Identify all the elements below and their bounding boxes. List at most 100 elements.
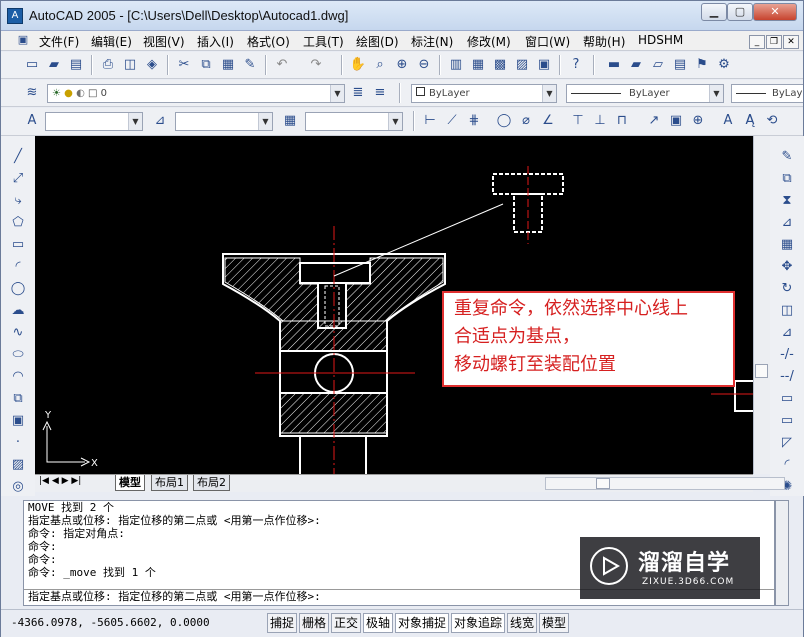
dim-style-combo[interactable]: ▼ bbox=[175, 112, 273, 131]
autocad-app-icon[interactable]: A bbox=[7, 8, 23, 24]
leader-icon[interactable]: ↗ bbox=[645, 112, 663, 130]
zoom-previous-icon[interactable]: ⊖ bbox=[415, 56, 433, 74]
fillet-icon[interactable]: ◜ bbox=[778, 456, 796, 474]
baseline-dim-icon[interactable]: ⊥ bbox=[591, 112, 609, 130]
tab-nav-arrows[interactable]: |◀ ◀ ▶ ▶| bbox=[39, 476, 81, 486]
snap-toggle[interactable]: 捕捉 bbox=[267, 613, 298, 633]
sheet-set-icon[interactable]: ▨ bbox=[513, 56, 531, 74]
maximize-button[interactable]: ▢ bbox=[727, 3, 753, 21]
extend-icon[interactable]: --/ bbox=[778, 368, 796, 386]
break-icon[interactable]: ▭ bbox=[778, 412, 796, 430]
redo-icon[interactable]: ↷ bbox=[307, 56, 325, 74]
minimize-button[interactable]: ▁ bbox=[701, 3, 727, 21]
command-scrollbar[interactable] bbox=[775, 500, 789, 606]
continue-dim-icon[interactable]: ⊓ bbox=[613, 112, 631, 130]
pan-realtime-icon[interactable]: ✋ bbox=[349, 56, 367, 74]
ordinate-dim-icon[interactable]: ⋕ bbox=[465, 112, 483, 130]
dim-edit-icon[interactable]: A bbox=[719, 112, 737, 130]
text-style-combo[interactable]: ▼ bbox=[45, 112, 143, 131]
tool-palettes-icon[interactable]: ▩ bbox=[491, 56, 509, 74]
diameter-dim-icon[interactable]: ⌀ bbox=[517, 112, 535, 130]
open-icon[interactable]: ▰ bbox=[45, 56, 63, 74]
menu-window[interactable]: 窗口(W) bbox=[525, 33, 570, 50]
make-block-icon[interactable]: ▣ bbox=[9, 412, 27, 430]
chamfer-icon[interactable]: ◸ bbox=[778, 434, 796, 452]
canvas-horizontal-scrollbar[interactable] bbox=[545, 477, 785, 490]
rectangle-icon[interactable]: ▭ bbox=[9, 236, 27, 254]
center-mark-icon[interactable]: ⊕ bbox=[689, 112, 707, 130]
menu-edit[interactable]: 编辑(E) bbox=[91, 33, 132, 50]
table-style-icon[interactable]: ▦ bbox=[281, 112, 299, 130]
polygon-icon[interactable]: ⬠ bbox=[9, 214, 27, 232]
zoom-window-icon[interactable]: ⊕ bbox=[393, 56, 411, 74]
toolbar-custom-icon-4[interactable]: ▤ bbox=[671, 56, 689, 74]
dim-style-icon[interactable]: ⊿ bbox=[151, 112, 169, 130]
paste-icon[interactable]: ▦ bbox=[219, 56, 237, 74]
save-icon[interactable]: ▤ bbox=[67, 56, 85, 74]
canvas-vertical-scrollbar[interactable] bbox=[753, 136, 770, 474]
tab-layout2[interactable]: 布局2 bbox=[193, 475, 230, 491]
help-icon[interactable]: ? bbox=[567, 56, 585, 74]
dim-update-icon[interactable]: ⟲ bbox=[763, 112, 781, 130]
toolbar-custom-icon-3[interactable]: ▱ bbox=[649, 56, 667, 74]
doc-close-button[interactable]: ✕ bbox=[783, 35, 799, 49]
grid-toggle[interactable]: 栅格 bbox=[299, 613, 330, 633]
hscroll-thumb[interactable] bbox=[596, 478, 610, 489]
mirror-icon[interactable]: ⧗ bbox=[778, 192, 796, 210]
copy-icon[interactable]: ⧉ bbox=[197, 56, 215, 74]
dim-text-edit-icon[interactable]: Ą bbox=[741, 112, 759, 130]
trim-icon[interactable]: -/- bbox=[778, 346, 796, 364]
menu-draw[interactable]: 绘图(D) bbox=[356, 33, 399, 50]
offset-icon[interactable]: ⊿ bbox=[778, 214, 796, 232]
polar-toggle[interactable]: 极轴 bbox=[363, 613, 394, 633]
cut-icon[interactable]: ✂ bbox=[175, 56, 193, 74]
break-at-point-icon[interactable]: ▭ bbox=[778, 390, 796, 408]
toolbar-custom-icon-2[interactable]: ▰ bbox=[627, 56, 645, 74]
doc-restore-button[interactable]: ❐ bbox=[766, 35, 782, 49]
revision-cloud-icon[interactable]: ☁ bbox=[9, 302, 27, 320]
lineweight-toggle[interactable]: 线宽 bbox=[507, 613, 538, 633]
undo-icon[interactable]: ↶ bbox=[273, 56, 291, 74]
print-icon[interactable]: ⎙ bbox=[99, 56, 117, 74]
new-icon[interactable]: ▭ bbox=[23, 56, 41, 74]
osnap-toggle[interactable]: 对象捕捉 bbox=[395, 613, 450, 633]
menu-format[interactable]: 格式(O) bbox=[247, 33, 290, 50]
color-combo[interactable]: ByLayer ▼ bbox=[411, 84, 557, 103]
arc-icon[interactable]: ◜ bbox=[9, 258, 27, 276]
line-icon[interactable]: ╱ bbox=[9, 148, 27, 166]
rotate-icon[interactable]: ↻ bbox=[778, 280, 796, 298]
layer-previous-icon[interactable]: ≡ bbox=[371, 84, 389, 102]
linear-dim-icon[interactable]: ⊢ bbox=[421, 112, 439, 130]
design-center-icon[interactable]: ▦ bbox=[469, 56, 487, 74]
tab-model[interactable]: 模型 bbox=[115, 475, 145, 491]
tab-layout1[interactable]: 布局1 bbox=[151, 475, 188, 491]
text-style-icon[interactable]: A bbox=[23, 112, 41, 130]
lineweight-combo[interactable]: ByLay bbox=[731, 84, 803, 103]
menu-hdshm[interactable]: HDSHM bbox=[638, 33, 683, 47]
close-button[interactable]: ✕ bbox=[753, 3, 797, 21]
menu-tools[interactable]: 工具(T) bbox=[303, 33, 344, 50]
scale-icon[interactable]: ◫ bbox=[778, 302, 796, 320]
menu-dimension[interactable]: 标注(N) bbox=[411, 33, 453, 50]
erase-icon[interactable]: ✎ bbox=[778, 148, 796, 166]
point-icon[interactable]: · bbox=[9, 434, 27, 452]
angular-dim-icon[interactable]: ∠ bbox=[539, 112, 557, 130]
properties-icon[interactable]: ▥ bbox=[447, 56, 465, 74]
construction-line-icon[interactable]: ⤢ bbox=[9, 170, 27, 188]
menu-modify[interactable]: 修改(M) bbox=[467, 33, 511, 50]
toolbar-custom-icon-5[interactable]: ⚑ bbox=[693, 56, 711, 74]
array-icon[interactable]: ▦ bbox=[778, 236, 796, 254]
polyline-icon[interactable]: ⤷ bbox=[9, 192, 27, 210]
model-toggle[interactable]: 模型 bbox=[539, 613, 570, 633]
stretch-icon[interactable]: ⊿ bbox=[778, 324, 796, 342]
hatch-icon[interactable]: ▨ bbox=[9, 456, 27, 474]
insert-block-icon[interactable]: ⧉ bbox=[9, 390, 27, 408]
radius-dim-icon[interactable]: ◯ bbox=[495, 112, 513, 130]
toolbar-custom-icon-1[interactable]: ▬ bbox=[605, 56, 623, 74]
aligned-dim-icon[interactable]: ⟋ bbox=[443, 112, 461, 130]
copy-object-icon[interactable]: ⧉ bbox=[778, 170, 796, 188]
markup-icon[interactable]: ▣ bbox=[535, 56, 553, 74]
move-icon[interactable]: ✥ bbox=[778, 258, 796, 276]
publish-icon[interactable]: ◈ bbox=[143, 56, 161, 74]
linetype-combo[interactable]: ByLayer ▼ bbox=[566, 84, 724, 103]
